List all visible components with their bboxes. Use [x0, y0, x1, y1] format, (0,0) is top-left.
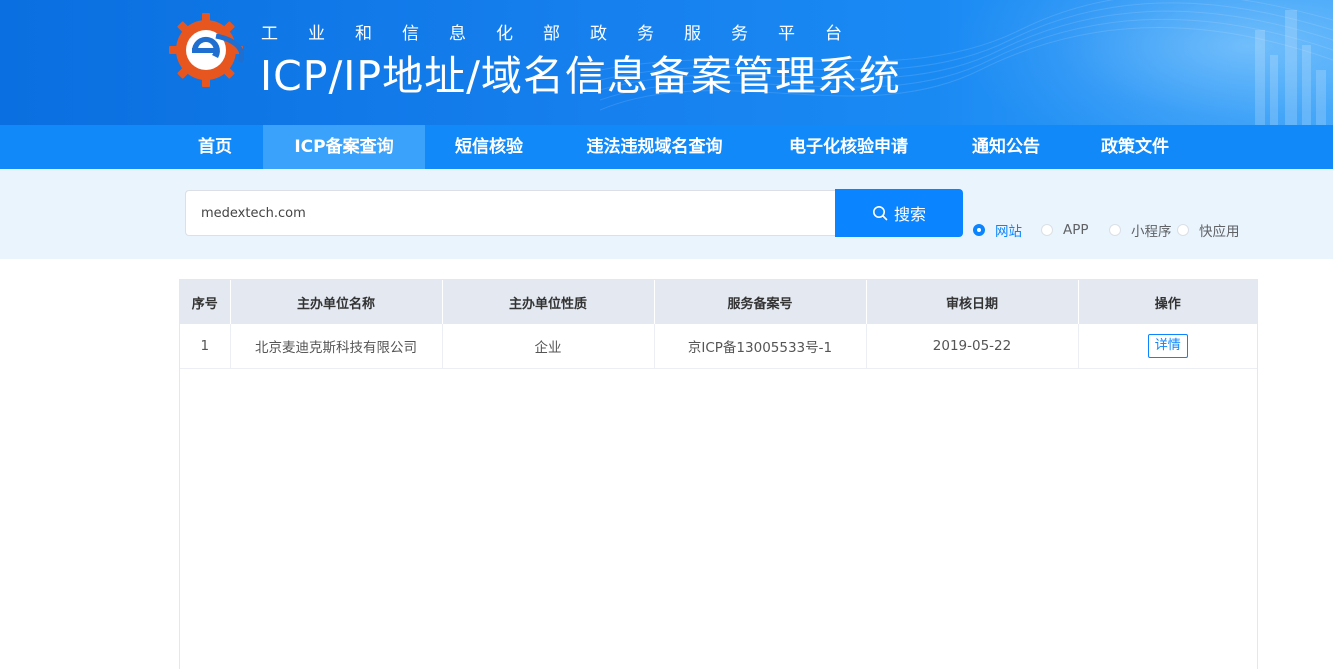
subtitle-char: 政	[590, 24, 607, 44]
subtitle-char: 台	[825, 24, 842, 44]
cell-action: 详情	[1078, 324, 1257, 369]
detail-button[interactable]: 详情	[1147, 334, 1188, 358]
search-button-label: 搜索	[893, 205, 926, 224]
system-title: ICP/IP地址/域名信息备案管理系统	[260, 52, 901, 100]
nav-item-4[interactable]: 电子化核验申请	[756, 125, 941, 169]
search-type-radio-3[interactable]: 快应用	[1177, 221, 1240, 240]
main-nav: 首页 ICP备案查询 短信核验 违法违规域名查询 电子化核验申请 通知公告 政策文件	[0, 125, 1333, 169]
nav-item-0[interactable]: 首页	[170, 125, 260, 169]
table-header-row: 序号 主办单位名称 主办单位性质 服务备案号 审核日期 操作	[180, 280, 1257, 324]
search-band: 搜索 网站 APP 小程序 快应用	[0, 169, 1333, 259]
site-header: 工 业 和 信 息 化 部 政 务 服 务 平 台 ICP/IP地址/域名信息备案管理系统	[0, 0, 1333, 125]
platform-subtitle: 工业和信息化部政务服务平台	[261, 19, 872, 44]
subtitle-char: 部	[543, 24, 560, 44]
radio-dot[interactable]	[1109, 224, 1121, 236]
cell-org: 北京麦迪克斯科技有限公司	[230, 324, 443, 369]
results-table-container: 序号 主办单位名称 主办单位性质 服务备案号 审核日期 操作 1 北京麦迪克斯科技有限公司企…	[179, 279, 1258, 669]
radio-dot[interactable]	[1177, 224, 1189, 236]
subtitle-char: 工	[261, 24, 278, 44]
radio-label: 小程序	[1131, 224, 1172, 240]
radio-label: 快应用	[1199, 224, 1240, 240]
search-type-radio-0[interactable]: 网站	[973, 221, 1022, 240]
search-input[interactable]	[185, 190, 835, 236]
cell-index: 1	[180, 324, 231, 369]
search-icon	[872, 206, 888, 221]
search-type-radio-1[interactable]: APP	[1041, 221, 1089, 239]
nav-item-1[interactable]: ICP备案查询	[263, 125, 425, 169]
subtitle-char: 息	[449, 24, 466, 44]
subtitle-char: 务	[637, 24, 654, 44]
nav-item-2[interactable]: 短信核验	[425, 125, 553, 169]
column-header: 主办单位名称	[230, 280, 443, 324]
miit-logo-icon	[169, 13, 244, 87]
results-table: 序号 主办单位名称 主办单位性质 服务备案号 审核日期 操作 1 北京麦迪克斯科技有限公司企…	[180, 280, 1257, 369]
subtitle-char: 和	[355, 24, 372, 44]
column-header: 序号	[180, 280, 231, 324]
column-header: 主办单位性质	[442, 280, 655, 324]
radio-label: APP	[1063, 222, 1089, 238]
cell-nature: 企业	[442, 324, 655, 369]
nav-item-6[interactable]: 政策文件	[1071, 125, 1199, 169]
subtitle-char: 信	[402, 24, 419, 44]
column-header: 操作	[1078, 280, 1257, 324]
radio-dot[interactable]	[973, 224, 985, 236]
radio-label: 网站	[995, 224, 1022, 240]
subtitle-char: 务	[731, 24, 748, 44]
nav-item-3[interactable]: 违法违规域名查询	[553, 125, 756, 169]
table-body: 1 北京麦迪克斯科技有限公司 企业 京ICP备13005533号-1 2019-05-2…	[180, 324, 1257, 369]
subtitle-char: 化	[496, 24, 513, 44]
search-button[interactable]: 搜索	[835, 189, 963, 237]
cell-date: 2019-05-22	[866, 324, 1079, 369]
radio-dot[interactable]	[1041, 224, 1053, 236]
subtitle-char: 服	[684, 24, 701, 44]
search-type-radio-2[interactable]: 小程序	[1109, 221, 1172, 240]
column-header: 审核日期	[866, 280, 1079, 324]
cell-license: 京ICP备13005533号-1	[654, 324, 867, 369]
subtitle-char: 业	[308, 24, 325, 44]
table-row: 1 北京麦迪克斯科技有限公司 企业 京ICP备13005533号-1 2019-05-2…	[180, 324, 1257, 369]
column-header: 服务备案号	[654, 280, 867, 324]
subtitle-char: 平	[778, 24, 795, 44]
nav-item-5[interactable]: 通知公告	[941, 125, 1071, 169]
